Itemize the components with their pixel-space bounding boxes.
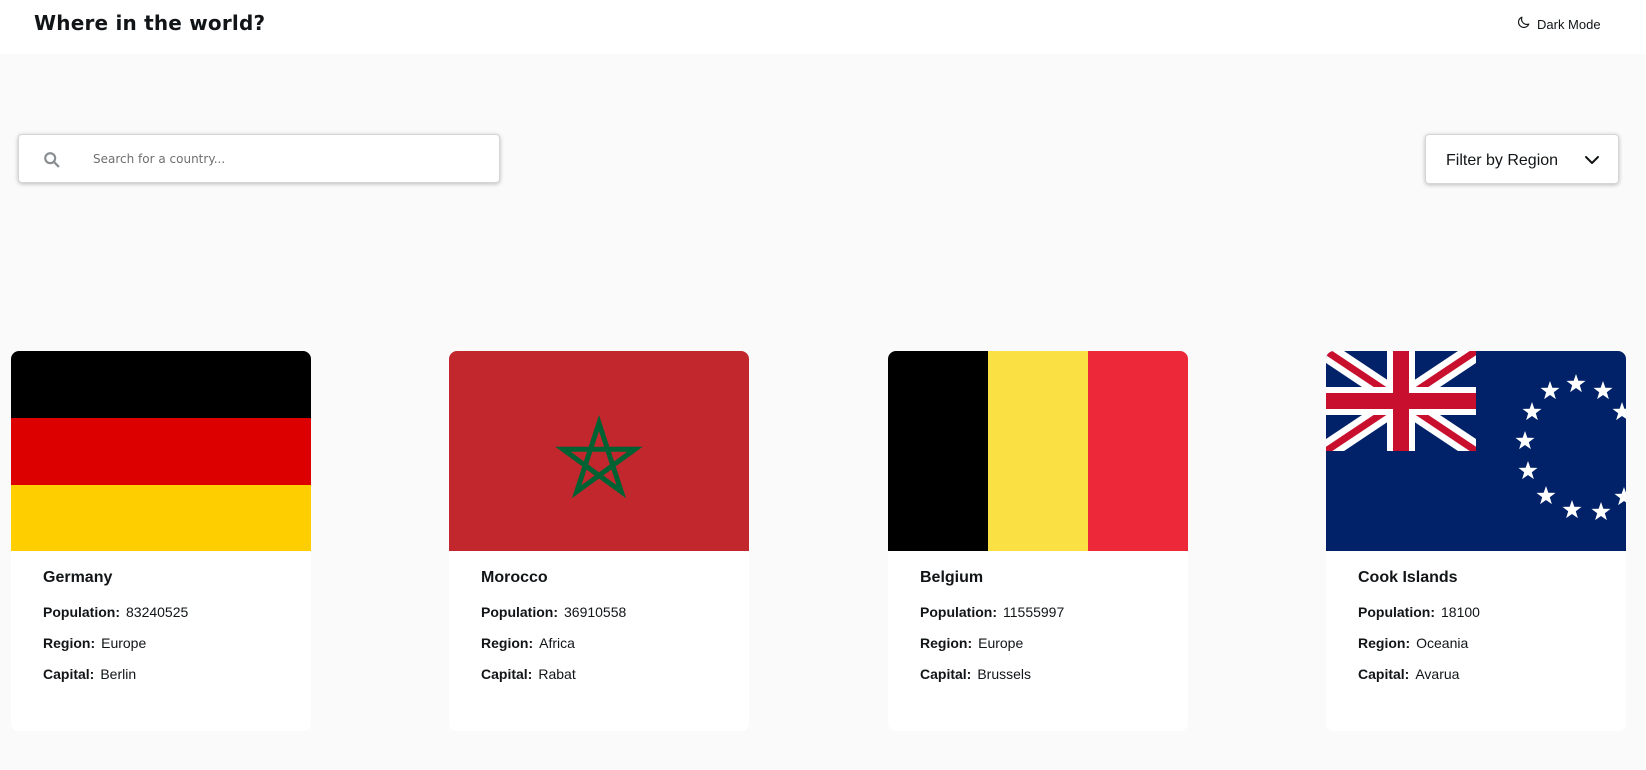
country-card-morocco[interactable]: Morocco Population: 36910558 Region: Afric… bbox=[449, 351, 749, 731]
region-label: Region: bbox=[481, 635, 534, 651]
population-label: Population: bbox=[43, 604, 120, 620]
app-title: Where in the world? bbox=[34, 11, 266, 35]
region-row: Region: Europe bbox=[920, 635, 1023, 651]
capital-row: Capital: Rabat bbox=[481, 666, 576, 682]
population-value: 11555997 bbox=[1003, 604, 1065, 620]
region-value: Europe bbox=[101, 635, 147, 651]
population-value: 18100 bbox=[1441, 604, 1480, 620]
country-card-belgium[interactable]: Belgium Population: 11555997 Region: Europ… bbox=[888, 351, 1188, 731]
population-row: Population: 83240525 bbox=[43, 604, 188, 620]
region-value: Oceania bbox=[1416, 635, 1469, 651]
germany-flag bbox=[11, 351, 311, 551]
capital-row: Capital: Berlin bbox=[43, 666, 136, 682]
country-card-cook-islands[interactable]: Cook Islands Population: 18100 Region: Oce… bbox=[1326, 351, 1626, 731]
capital-value: Avarua bbox=[1415, 666, 1460, 682]
population-row: Population: 11555997 bbox=[920, 604, 1064, 620]
country-name: Cook Islands bbox=[1358, 569, 1458, 586]
cook-islands-flag bbox=[1326, 351, 1626, 551]
country-name: Belgium bbox=[920, 569, 984, 586]
app-header: Where in the world? Dark Mode bbox=[0, 0, 1646, 54]
population-label: Population: bbox=[920, 604, 997, 620]
region-label: Region: bbox=[1358, 635, 1411, 651]
morocco-flag bbox=[449, 351, 749, 551]
region-value: Africa bbox=[539, 635, 575, 651]
capital-label: Capital: bbox=[1358, 666, 1410, 682]
capital-value: Brussels bbox=[977, 666, 1032, 682]
search-box[interactable] bbox=[18, 134, 500, 183]
capital-row: Capital: Avarua bbox=[1358, 666, 1459, 682]
region-label: Region: bbox=[920, 635, 973, 651]
population-label: Population: bbox=[481, 604, 558, 620]
population-value: 36910558 bbox=[564, 604, 627, 620]
region-row: Region: Africa bbox=[481, 635, 575, 651]
capital-row: Capital: Brussels bbox=[920, 666, 1031, 682]
capital-label: Capital: bbox=[920, 666, 972, 682]
population-label: Population: bbox=[1358, 604, 1435, 620]
search-input[interactable] bbox=[93, 145, 483, 173]
capital-value: Berlin bbox=[100, 666, 137, 682]
dark-mode-label: Dark Mode bbox=[1537, 16, 1601, 32]
country-name: Germany bbox=[43, 569, 113, 586]
search-icon bbox=[43, 151, 61, 169]
capital-label: Capital: bbox=[481, 666, 533, 682]
belgium-flag bbox=[888, 351, 1188, 551]
chevron-down-icon bbox=[1584, 153, 1600, 167]
population-row: Population: 36910558 bbox=[481, 604, 626, 620]
capital-value: Rabat bbox=[538, 666, 576, 682]
region-row: Region: Europe bbox=[43, 635, 146, 651]
dark-mode-toggle[interactable]: Dark Mode bbox=[1516, 14, 1601, 34]
population-value: 83240525 bbox=[126, 604, 189, 620]
moon-icon bbox=[1516, 15, 1531, 33]
region-row: Region: Oceania bbox=[1358, 635, 1468, 651]
region-filter-label: Filter by Region bbox=[1446, 152, 1559, 169]
country-card-germany[interactable]: Germany Population: 83240525 Region: Europ… bbox=[11, 351, 311, 731]
population-row: Population: 18100 bbox=[1358, 604, 1480, 620]
capital-label: Capital: bbox=[43, 666, 95, 682]
region-value: Europe bbox=[978, 635, 1024, 651]
region-filter-dropdown[interactable]: Filter by Region bbox=[1425, 134, 1619, 184]
country-name: Morocco bbox=[481, 569, 548, 586]
region-label: Region: bbox=[43, 635, 96, 651]
